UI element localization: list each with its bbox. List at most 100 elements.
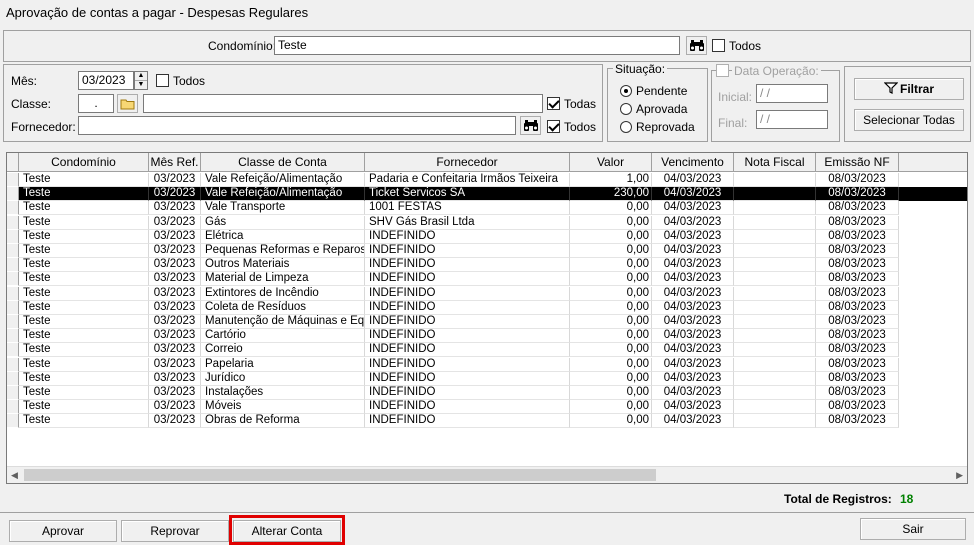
row-indicator[interactable] xyxy=(7,315,19,329)
row-indicator[interactable] xyxy=(7,201,19,216)
scrollbar-thumb[interactable] xyxy=(24,469,656,481)
cell-classe: Pequenas Reformas e Reparos xyxy=(201,244,365,258)
row-indicator[interactable] xyxy=(7,329,19,344)
row-indicator[interactable] xyxy=(7,272,19,287)
cell-emissao-nf: 08/03/2023 xyxy=(816,343,899,358)
scroll-left-icon[interactable]: ◀ xyxy=(11,470,18,481)
column-header-classe[interactable]: Classe de Conta xyxy=(201,153,365,172)
reprovar-button[interactable]: Reprovar xyxy=(121,520,229,542)
mes-todos-label: Todos xyxy=(173,74,206,88)
spin-down-icon[interactable]: ▼ xyxy=(135,81,147,89)
inicial-date-input[interactable]: / / xyxy=(756,84,828,103)
table-row[interactable]: Teste 03/2023 Gás SHV Gás Brasil Ltda 0,00 04… xyxy=(7,215,967,230)
classe-todas-checkbox[interactable] xyxy=(547,97,560,110)
cell-classe: Instalações xyxy=(201,386,365,400)
column-header-vencimento[interactable]: Vencimento xyxy=(652,153,734,172)
filtrar-label: Filtrar xyxy=(899,82,934,96)
classe-code-input[interactable]: . xyxy=(78,94,114,113)
cell-mes-ref: 03/2023 xyxy=(149,329,201,344)
table-row[interactable]: Teste 03/2023 Cartório INDEFINIDO 0,00 04/03/… xyxy=(7,329,967,344)
column-header-mes-ref[interactable]: Mês Ref. xyxy=(149,153,201,172)
table-row[interactable]: Teste 03/2023 Pequenas Reformas e Reparos I… xyxy=(7,244,967,258)
table-row[interactable]: Teste 03/2023 Extintores de Incêndio INDEFI… xyxy=(7,286,967,301)
condominio-todos-checkbox[interactable] xyxy=(712,39,725,52)
table-row[interactable]: Teste 03/2023 Material de Limpeza INDEFINID… xyxy=(7,272,967,287)
mes-input[interactable]: 03/2023 xyxy=(78,71,134,90)
table-row[interactable]: Teste 03/2023 Manutenção de Máquinas e Equ… xyxy=(7,315,967,329)
cell-condominio: Teste xyxy=(19,286,149,301)
table-row[interactable]: Teste 03/2023 Outros Materiais INDEFINIDO 0,… xyxy=(7,258,967,273)
table-row[interactable]: Teste 03/2023 Vale Transporte 1001 FESTAS 0,… xyxy=(7,201,967,216)
row-indicator[interactable] xyxy=(7,371,19,386)
cell-valor: 0,00 xyxy=(570,244,652,258)
scroll-right-icon[interactable]: ▶ xyxy=(956,470,963,481)
final-date-input[interactable]: / / xyxy=(756,110,828,129)
cell-vencimento: 04/03/2023 xyxy=(652,215,734,230)
accounts-grid[interactable]: Condomínio Mês Ref. Classe de Conta Forn… xyxy=(6,152,968,484)
cell-fornecedor: SHV Gás Brasil Ltda xyxy=(365,215,570,230)
column-header-fornecedor[interactable]: Fornecedor xyxy=(365,153,570,172)
table-row[interactable]: Teste 03/2023 Jurídico INDEFINIDO 0,00 04/03/… xyxy=(7,371,967,386)
sair-button[interactable]: Sair xyxy=(860,518,966,540)
cell-nota-fiscal xyxy=(734,329,816,344)
row-indicator[interactable] xyxy=(7,173,19,187)
row-indicator[interactable] xyxy=(7,286,19,301)
row-indicator[interactable] xyxy=(7,400,19,415)
table-row[interactable]: Teste 03/2023 Móveis INDEFINIDO 0,00 04/03/20… xyxy=(7,400,967,415)
table-row[interactable]: Teste 03/2023 Obras de Reforma INDEFINIDO 0,… xyxy=(7,414,967,429)
selecionar-todas-button[interactable]: Selecionar Todas xyxy=(854,109,964,131)
table-row[interactable]: Teste 03/2023 Instalações INDEFINIDO 0,00 04/… xyxy=(7,386,967,400)
cell-classe: Obras de Reforma xyxy=(201,414,365,429)
search-condominio-button[interactable] xyxy=(686,36,707,55)
fornecedor-todos-checkbox[interactable] xyxy=(547,120,560,133)
spin-up-icon[interactable]: ▲ xyxy=(135,72,147,81)
cell-vencimento: 04/03/2023 xyxy=(652,187,734,202)
mes-label: Mês: xyxy=(11,74,38,88)
condominio-label: Condomínio: xyxy=(208,39,277,53)
table-row[interactable]: Teste 03/2023 Correio INDEFINIDO 0,00 04/03/2… xyxy=(7,343,967,358)
radio-pendente[interactable] xyxy=(620,85,632,97)
table-row[interactable]: Teste 03/2023 Elétrica INDEFINIDO 0,00 04/03/… xyxy=(7,229,967,244)
classe-name-input[interactable] xyxy=(143,94,543,113)
radio-reprovada[interactable] xyxy=(620,121,632,133)
row-indicator[interactable] xyxy=(7,357,19,372)
row-indicator[interactable] xyxy=(7,300,19,315)
radio-aprovada[interactable] xyxy=(620,103,632,115)
column-header-valor[interactable]: Valor xyxy=(570,153,652,172)
condominio-input[interactable]: Teste xyxy=(274,36,680,55)
mes-spinner[interactable]: ▲ ▼ xyxy=(134,71,148,90)
row-indicator[interactable] xyxy=(7,244,19,258)
table-row[interactable]: Teste 03/2023 Coleta de Resíduos INDEFINIDO… xyxy=(7,300,967,315)
column-header-emissao-nf[interactable]: Emissão NF xyxy=(816,153,899,172)
mes-todos-checkbox[interactable] xyxy=(156,74,169,87)
filtrar-button[interactable]: Filtrar xyxy=(854,78,964,100)
search-fornecedor-button[interactable] xyxy=(520,116,541,135)
cell-classe: Jurídico xyxy=(201,371,365,386)
row-indicator[interactable] xyxy=(7,258,19,273)
cell-valor: 1,00 xyxy=(570,173,652,187)
cell-nota-fiscal xyxy=(734,215,816,230)
fornecedor-input[interactable] xyxy=(78,116,516,135)
row-indicator[interactable] xyxy=(7,229,19,244)
aprovar-button[interactable]: Aprovar xyxy=(9,520,117,542)
row-indicator[interactable] xyxy=(7,343,19,358)
data-operacao-checkbox[interactable] xyxy=(716,64,729,77)
cell-valor: 0,00 xyxy=(570,272,652,287)
horizontal-scrollbar[interactable]: ◀ ▶ xyxy=(7,466,967,483)
row-indicator[interactable] xyxy=(7,187,19,202)
inicial-label: Inicial: xyxy=(718,90,753,104)
row-indicator[interactable] xyxy=(7,215,19,230)
row-indicator[interactable] xyxy=(7,414,19,429)
table-row[interactable]: Teste 03/2023 Vale Refeição/Alimentação Tic… xyxy=(7,187,967,202)
cell-fornecedor: INDEFINIDO xyxy=(365,258,570,273)
row-indicator[interactable] xyxy=(7,386,19,400)
cell-valor: 0,00 xyxy=(570,229,652,244)
table-row[interactable]: Teste 03/2023 Papelaria INDEFINIDO 0,00 04/03… xyxy=(7,357,967,372)
cell-emissao-nf: 08/03/2023 xyxy=(816,286,899,301)
cell-mes-ref: 03/2023 xyxy=(149,215,201,230)
column-header-nota-fiscal[interactable]: Nota Fiscal xyxy=(734,153,816,172)
classe-folder-button[interactable] xyxy=(117,94,138,113)
column-header-condominio[interactable]: Condomínio xyxy=(19,153,149,172)
table-row[interactable]: Teste 03/2023 Vale Refeição/Alimentação Pad… xyxy=(7,173,967,187)
cell-vencimento: 04/03/2023 xyxy=(652,414,734,429)
